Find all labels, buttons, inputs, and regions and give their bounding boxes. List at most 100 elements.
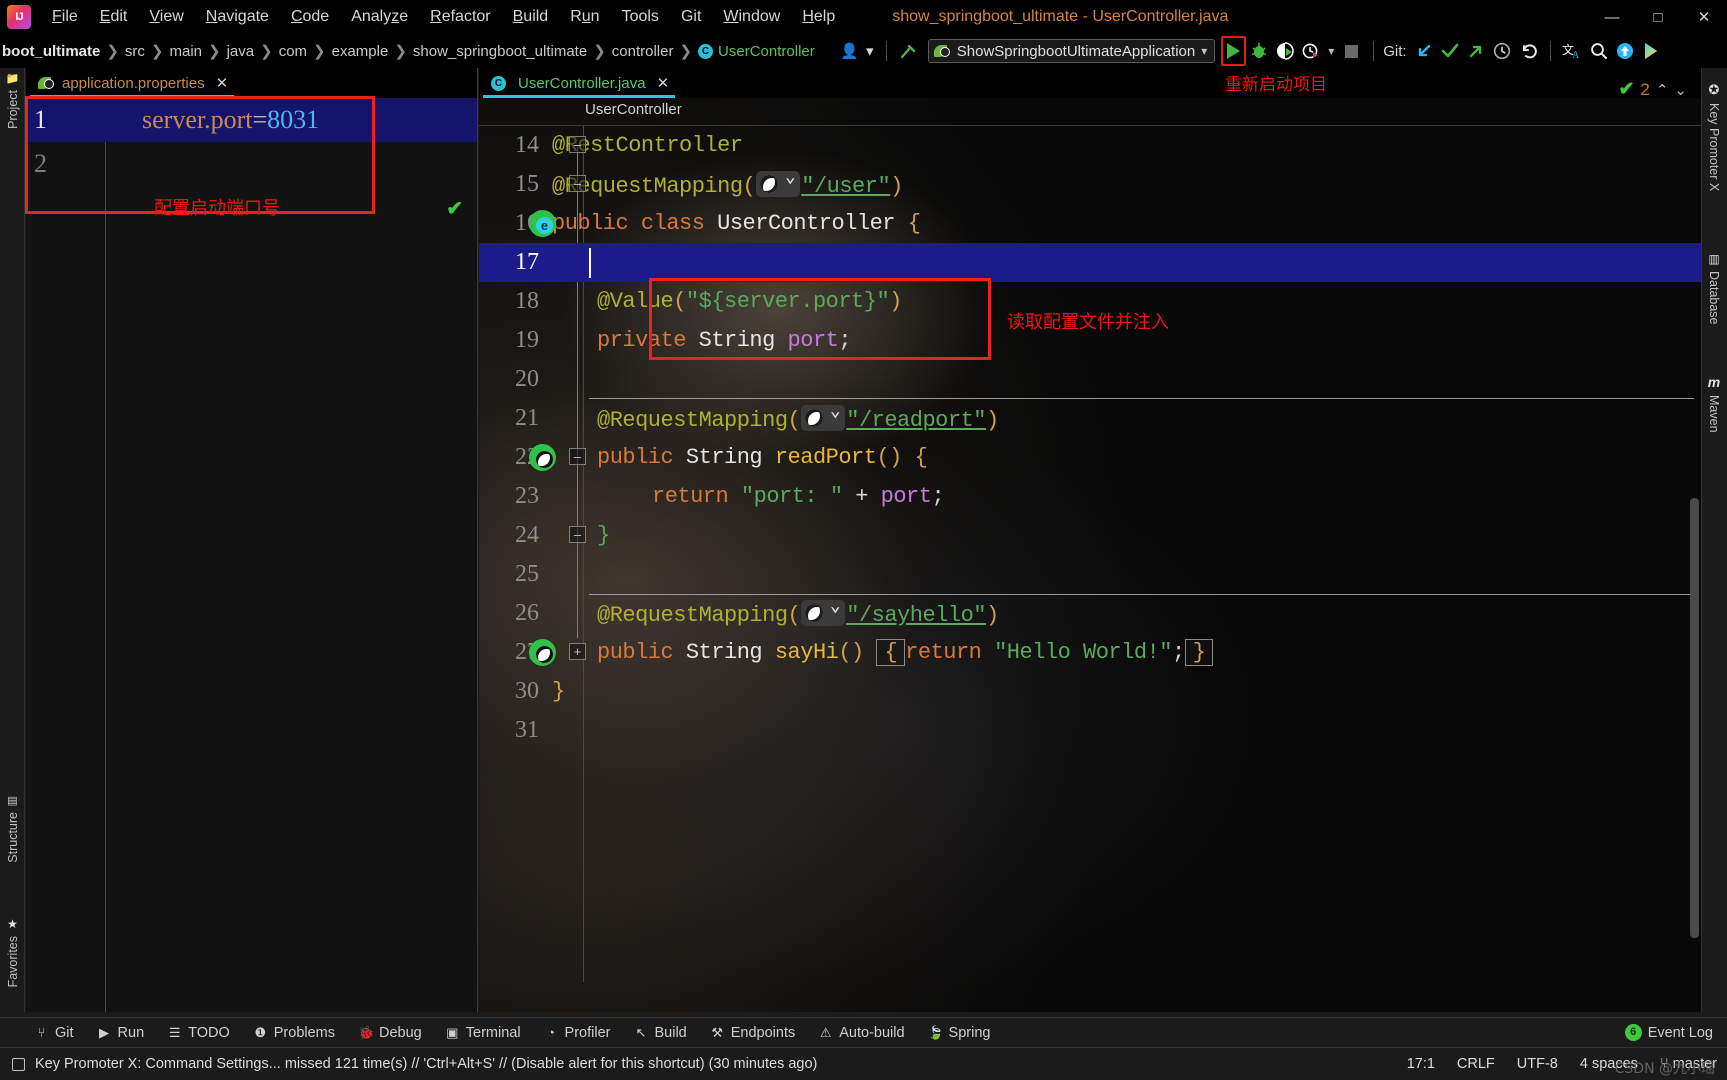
tab-close-icon[interactable]: ✕ <box>657 74 670 92</box>
properties-code-area[interactable]: 1 server.port=8031 2 配置启动端口号 ✔ <box>25 96 477 1012</box>
sidebar-item-key-promoter[interactable]: ✪ Key Promoter X <box>1701 78 1727 195</box>
code-line-30[interactable]: 30 } <box>479 672 1701 711</box>
git-commit-button[interactable] <box>1437 38 1463 64</box>
bottom-tool-git[interactable]: ⑂ Git <box>34 1025 74 1041</box>
spring-bean-gutter-icon[interactable] <box>529 210 556 237</box>
code-line-27[interactable]: 27 public String sayHi() {return "Hello … <box>479 633 1701 672</box>
breadcrumb-example[interactable]: example <box>332 43 389 60</box>
menu-code[interactable]: Code <box>280 5 340 29</box>
bottom-tool-spring[interactable]: 🍃 Spring <box>928 1025 991 1041</box>
code-line-25[interactable]: 25 <box>479 555 1701 594</box>
fold-marker-collapse[interactable] <box>569 175 586 192</box>
bottom-tool-build[interactable]: ↖ Build <box>633 1025 687 1041</box>
fold-marker-collapse[interactable] <box>569 526 586 543</box>
editor-scrollbar-thumb[interactable] <box>1690 498 1699 938</box>
status-message[interactable]: Key Promoter X: Command Settings... miss… <box>35 1056 817 1072</box>
search-icon[interactable] <box>1586 38 1612 64</box>
sidebar-item-favorites[interactable]: Favorites ★ <box>0 913 25 991</box>
properties-line-1[interactable]: 1 server.port=8031 <box>26 98 477 142</box>
folded-open-brace[interactable]: { <box>876 639 906 666</box>
line-separator[interactable]: CRLF <box>1457 1056 1495 1072</box>
breadcrumb-class[interactable]: UserController <box>718 43 815 60</box>
caret-position[interactable]: 17:1 <box>1407 1056 1435 1072</box>
tab-usercontroller-java[interactable]: C UserController.java ✕ <box>479 68 679 98</box>
bottom-tool-terminal[interactable]: ▣ Terminal <box>445 1025 520 1041</box>
fold-marker-expand[interactable] <box>569 643 586 660</box>
code-line-24[interactable]: 24 } <box>479 516 1701 555</box>
inspection-widget[interactable]: ✔ 2 ⌃ ⌄ <box>1618 78 1687 101</box>
run-configuration-selector[interactable]: ShowSpringbootUltimateApplication ▾ <box>927 39 1216 63</box>
url-inlay-icon[interactable] <box>801 400 846 431</box>
breadcrumb-package[interactable]: show_springboot_ultimate <box>413 43 587 60</box>
git-rollback-button[interactable] <box>1515 38 1541 64</box>
translate-icon[interactable]: 文A <box>1560 38 1586 64</box>
code-line-22[interactable]: 22 public String readPort() { <box>479 438 1701 477</box>
menu-navigate[interactable]: Navigate <box>195 5 280 29</box>
code-line-21[interactable]: 21 @RequestMapping("/readport") <box>479 399 1701 438</box>
menu-build[interactable]: Build <box>502 5 560 29</box>
git-history-button[interactable] <box>1489 38 1515 64</box>
bottom-tool-autobuild[interactable]: ⚠ Auto-build <box>818 1025 905 1041</box>
properties-line-2[interactable]: 2 <box>26 142 477 186</box>
git-branch-widget[interactable]: ⑂ master <box>1660 1056 1717 1072</box>
code-line-31[interactable]: 31 <box>479 711 1701 750</box>
fold-marker-collapse[interactable] <box>569 136 586 153</box>
bottom-tool-profiler[interactable]: ◔ Profiler <box>544 1025 610 1041</box>
debug-button[interactable] <box>1246 38 1272 64</box>
notification-icon[interactable] <box>12 1057 25 1071</box>
file-encoding[interactable]: UTF-8 <box>1517 1056 1558 1072</box>
breadcrumb-project[interactable]: boot_ultimate <box>2 43 100 60</box>
menu-analyze[interactable]: Analyze <box>340 5 419 29</box>
code-line-15[interactable]: 15 @RequestMapping("/user") <box>479 165 1701 204</box>
chevron-up-icon[interactable]: ⌃ <box>1656 81 1669 99</box>
sidebar-item-database[interactable]: ▥ Database <box>1701 248 1727 329</box>
menu-run[interactable]: Run <box>559 5 610 29</box>
git-push-button[interactable] <box>1463 38 1489 64</box>
event-log-button[interactable]: 6 Event Log <box>1624 1024 1713 1041</box>
breadcrumb-main[interactable]: main <box>170 43 203 60</box>
bottom-tool-run[interactable]: ▶ Run <box>97 1025 144 1041</box>
code-line-17[interactable]: 17 <box>479 243 1701 282</box>
avatar-caret-icon[interactable]: ▾ <box>863 38 877 64</box>
breadcrumb-controller[interactable]: controller <box>612 43 674 60</box>
run-with-coverage-button[interactable] <box>1272 38 1298 64</box>
code-line-20[interactable]: 20 <box>479 360 1701 399</box>
bottom-tool-endpoints[interactable]: ⚒ Endpoints <box>710 1025 795 1041</box>
run-button[interactable] <box>1227 43 1241 59</box>
breadcrumb-src[interactable]: src <box>125 43 145 60</box>
menu-git[interactable]: Git <box>670 5 712 29</box>
git-update-button[interactable] <box>1411 38 1437 64</box>
close-button[interactable]: ✕ <box>1681 0 1727 34</box>
chevron-down-icon[interactable]: ⌄ <box>1674 81 1687 99</box>
indent-setting[interactable]: 4 spaces <box>1580 1056 1638 1072</box>
code-line-23[interactable]: 23 return "port: " + port; <box>479 477 1701 516</box>
sidebar-item-maven[interactable]: m Maven <box>1701 370 1727 437</box>
menu-file[interactable]: File <box>41 5 89 29</box>
profiler-button[interactable] <box>1298 38 1324 64</box>
breadcrumb-java[interactable]: java <box>227 43 255 60</box>
editor-breadcrumb-class[interactable]: UserController <box>585 101 682 118</box>
menu-view[interactable]: View <box>138 5 194 29</box>
url-inlay-icon[interactable] <box>801 595 846 626</box>
url-inlay-icon[interactable] <box>756 166 801 197</box>
sidebar-item-project[interactable]: Project 📁 <box>0 68 25 133</box>
menu-edit[interactable]: Edit <box>89 5 139 29</box>
code-line-16[interactable]: 16 public class UserController { <box>479 204 1701 243</box>
tab-application-properties[interactable]: application.properties ✕ <box>26 68 238 98</box>
breadcrumb-com[interactable]: com <box>279 43 307 60</box>
folded-close-brace[interactable]: } <box>1184 639 1214 666</box>
menu-window[interactable]: Window <box>712 5 791 29</box>
menu-refactor[interactable]: Refactor <box>419 5 501 29</box>
profiler-caret-icon[interactable]: ▾ <box>1324 38 1338 64</box>
bottom-tool-todo[interactable]: ☰ TODO <box>167 1025 230 1041</box>
build-hammer-icon[interactable] <box>896 38 922 64</box>
bottom-tool-problems[interactable]: ❶ Problems <box>253 1025 335 1041</box>
bottom-tool-debug[interactable]: 🐞 Debug <box>358 1025 422 1041</box>
code-line-14[interactable]: 14 @RestController <box>479 126 1701 165</box>
menu-help[interactable]: Help <box>791 5 846 29</box>
user-icon[interactable]: 👤 <box>837 38 863 64</box>
updates-icon[interactable] <box>1612 38 1638 64</box>
minimize-button[interactable]: — <box>1589 0 1635 34</box>
ide-icon[interactable] <box>1638 38 1664 64</box>
spring-endpoint-gutter-icon[interactable] <box>529 639 556 666</box>
